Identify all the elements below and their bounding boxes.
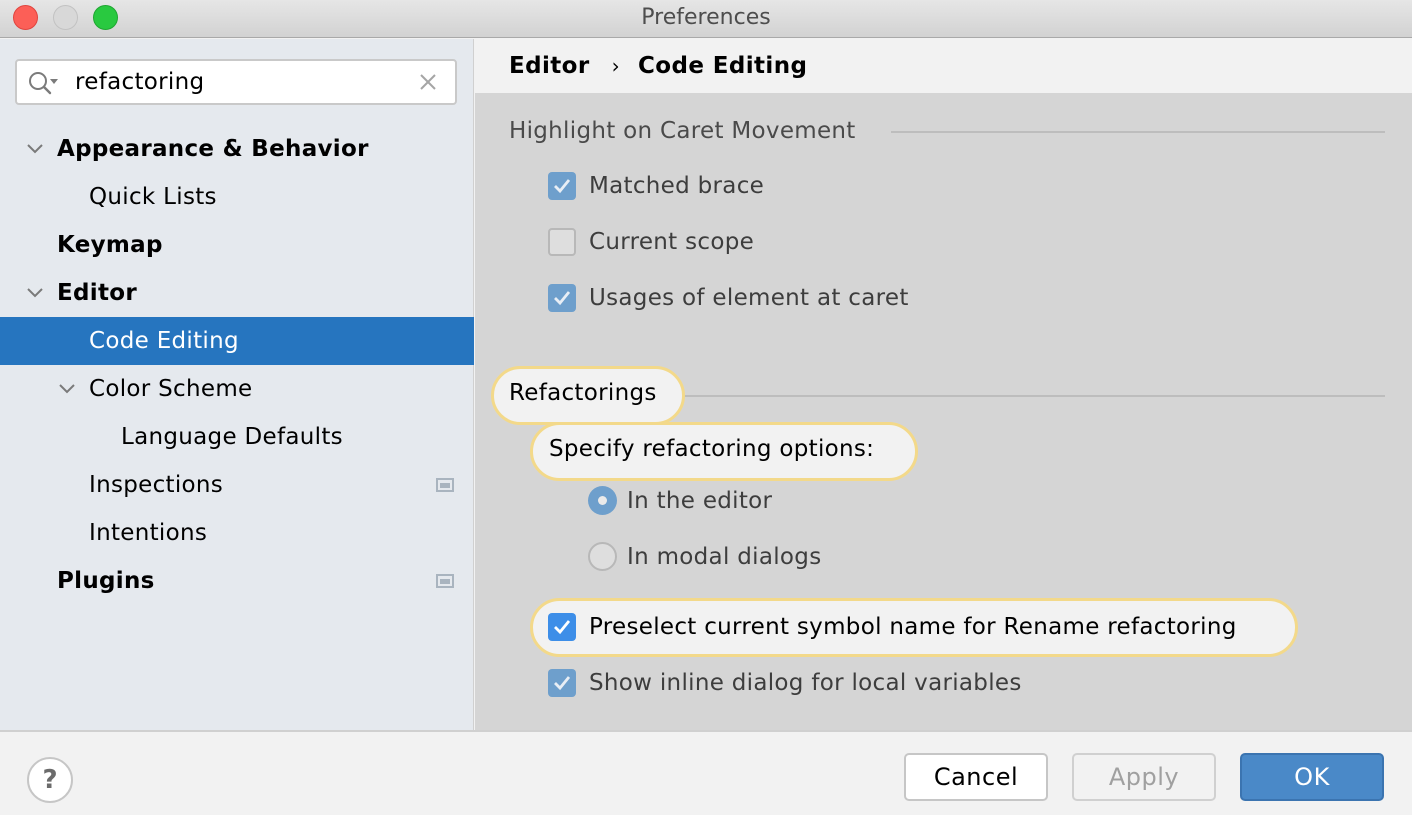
clear-search-icon[interactable] bbox=[417, 71, 439, 93]
tree-item-label: Intentions bbox=[89, 520, 208, 546]
tree-item-inspections[interactable]: Inspections bbox=[0, 461, 474, 509]
checkbox-label: Usages of element at caret bbox=[589, 285, 909, 311]
checkbox-label: Preselect current symbol name for Rename… bbox=[589, 614, 1237, 640]
tree-item-color-scheme[interactable]: Color Scheme bbox=[0, 365, 474, 413]
radio-label: In the editor bbox=[627, 487, 773, 514]
radio-in-modal-dialogs[interactable]: In modal dialogs bbox=[588, 542, 821, 571]
help-icon: ? bbox=[42, 765, 58, 795]
dialog-footer: ? Cancel Apply OK bbox=[0, 730, 1412, 815]
refactoring-options-label: Specify refactoring options: bbox=[549, 436, 875, 462]
tree-item-quick-lists[interactable]: Quick Lists bbox=[0, 173, 474, 221]
title-bar: Preferences bbox=[0, 0, 1412, 38]
tree-item-appearance-behavior[interactable]: Appearance & Behavior bbox=[0, 125, 474, 173]
checkbox-checked-icon[interactable] bbox=[548, 669, 576, 697]
section-divider bbox=[891, 131, 1385, 133]
tree-item-code-editing[interactable]: Code Editing bbox=[0, 317, 474, 365]
checkbox-label: Matched brace bbox=[589, 173, 765, 199]
search-input[interactable] bbox=[75, 67, 415, 97]
search-icon[interactable] bbox=[27, 70, 59, 96]
cancel-button[interactable]: Cancel bbox=[904, 753, 1048, 801]
checkbox-current-scope[interactable]: Current scope bbox=[548, 228, 754, 256]
checkbox-checked-icon[interactable] bbox=[548, 284, 576, 312]
tree-item-intentions[interactable]: Intentions bbox=[0, 509, 474, 557]
checkbox-matched-brace[interactable]: Matched brace bbox=[548, 172, 764, 200]
checkbox-checked-icon[interactable] bbox=[548, 613, 576, 641]
tree-item-language-defaults[interactable]: Language Defaults bbox=[0, 413, 474, 461]
breadcrumb: Editor › Code Editing bbox=[475, 39, 1412, 93]
tree-item-label: Appearance & Behavior bbox=[57, 136, 369, 162]
breadcrumb-parent[interactable]: Editor bbox=[509, 53, 590, 79]
section-divider bbox=[683, 395, 1385, 397]
tree-item-label: Language Defaults bbox=[121, 424, 343, 450]
checkbox-checked-icon[interactable] bbox=[548, 172, 576, 200]
chevron-down-icon[interactable] bbox=[59, 384, 75, 394]
chevron-down-icon[interactable] bbox=[27, 288, 43, 298]
breadcrumb-separator-icon: › bbox=[611, 54, 621, 78]
settings-content-panel: Editor › Code Editing Highlight on Caret… bbox=[475, 39, 1412, 730]
project-settings-icon bbox=[436, 574, 454, 588]
chevron-down-icon[interactable] bbox=[27, 144, 43, 154]
tree-item-keymap[interactable]: Keymap bbox=[0, 221, 474, 269]
window-title: Preferences bbox=[641, 5, 771, 30]
tree-item-label: Color Scheme bbox=[89, 376, 253, 402]
section-title-highlight: Highlight on Caret Movement bbox=[509, 118, 856, 144]
project-settings-icon bbox=[436, 478, 454, 492]
radio-label: In modal dialogs bbox=[627, 543, 822, 570]
checkbox-label: Show inline dialog for local variables bbox=[589, 670, 1022, 696]
breadcrumb-current: Code Editing bbox=[638, 53, 808, 79]
settings-sidebar: Appearance & Behavior Quick Lists Keymap… bbox=[0, 39, 474, 730]
tree-item-label: Keymap bbox=[57, 232, 163, 258]
checkbox-show-inline-dialog[interactable]: Show inline dialog for local variables bbox=[548, 669, 1022, 697]
help-button[interactable]: ? bbox=[27, 757, 73, 803]
tree-item-plugins[interactable]: Plugins bbox=[0, 557, 474, 605]
apply-button[interactable]: Apply bbox=[1072, 753, 1216, 801]
tree-item-label: Plugins bbox=[57, 568, 155, 594]
settings-search-field[interactable] bbox=[15, 59, 457, 105]
section-title-refactorings: Refactorings bbox=[509, 380, 657, 406]
tree-item-label: Quick Lists bbox=[89, 184, 217, 210]
radio-unselected-icon[interactable] bbox=[588, 542, 617, 571]
checkbox-label: Current scope bbox=[589, 229, 755, 255]
tree-item-label: Editor bbox=[57, 280, 137, 306]
tree-item-editor[interactable]: Editor bbox=[0, 269, 474, 317]
checkbox-unchecked-icon[interactable] bbox=[548, 228, 576, 256]
tree-item-label: Inspections bbox=[89, 472, 224, 498]
checkbox-usages-at-caret[interactable]: Usages of element at caret bbox=[548, 284, 909, 312]
radio-selected-icon[interactable] bbox=[588, 486, 617, 515]
tree-item-label: Code Editing bbox=[89, 328, 239, 354]
ok-button[interactable]: OK bbox=[1240, 753, 1384, 801]
checkbox-preselect-symbol-name[interactable]: Preselect current symbol name for Rename… bbox=[548, 613, 1237, 641]
radio-in-the-editor[interactable]: In the editor bbox=[588, 486, 772, 515]
settings-tree: Appearance & Behavior Quick Lists Keymap… bbox=[0, 125, 474, 605]
